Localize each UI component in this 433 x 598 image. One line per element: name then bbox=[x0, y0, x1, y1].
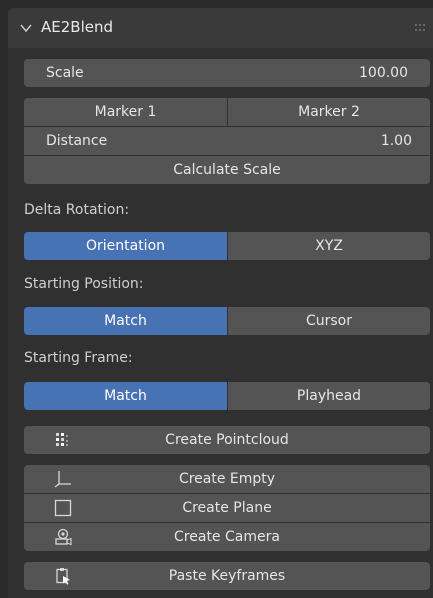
panel-header[interactable]: AE2Blend bbox=[8, 8, 433, 48]
create-empty-label: Create Empty bbox=[178, 471, 276, 487]
marker-1-label: Marker 1 bbox=[94, 104, 157, 120]
match-label: Match bbox=[104, 313, 147, 329]
match-label: Match bbox=[104, 388, 147, 404]
calculate-scale-button[interactable]: Calculate Scale bbox=[24, 156, 430, 184]
starting-frame-label: Starting Frame: bbox=[24, 350, 133, 366]
orientation-label: Orientation bbox=[85, 238, 166, 254]
delta-rotation-orientation-option[interactable]: Orientation bbox=[24, 232, 227, 260]
paste-keyframes-label: Paste Keyframes bbox=[168, 568, 286, 584]
delta-rotation-label: Delta Rotation: bbox=[24, 202, 130, 218]
starting-position-match-option[interactable]: Match bbox=[24, 307, 227, 335]
distance-value: 1.00 bbox=[380, 133, 412, 149]
create-pointcloud-label: Create Pointcloud bbox=[165, 432, 289, 448]
marker-2-button[interactable]: Marker 2 bbox=[228, 98, 430, 126]
starting-position-label: Starting Position: bbox=[24, 276, 144, 292]
cursor-label: Cursor bbox=[305, 313, 353, 329]
chevron-down-icon[interactable] bbox=[19, 21, 33, 35]
paste-keyframes-button[interactable]: Paste Keyframes bbox=[24, 562, 430, 590]
create-camera-label: Create Camera bbox=[174, 529, 280, 545]
delta-rotation-xyz-option[interactable]: XYZ bbox=[228, 232, 430, 260]
create-empty-button[interactable]: Create Empty bbox=[24, 465, 430, 493]
scale-field[interactable]: Scale 100.00 bbox=[24, 59, 430, 87]
marker-1-button[interactable]: Marker 1 bbox=[24, 98, 227, 126]
panel-title: AE2Blend bbox=[41, 18, 113, 36]
marker-2-label: Marker 2 bbox=[298, 104, 360, 120]
xyz-label: XYZ bbox=[315, 238, 343, 254]
create-plane-button[interactable]: Create Plane bbox=[24, 494, 430, 522]
calculate-scale-label: Calculate Scale bbox=[173, 162, 281, 178]
drag-grip-icon[interactable] bbox=[415, 24, 425, 32]
create-pointcloud-button[interactable]: Create Pointcloud bbox=[24, 426, 430, 454]
playhead-label: Playhead bbox=[296, 388, 362, 404]
starting-frame-playhead-option[interactable]: Playhead bbox=[228, 382, 430, 410]
scale-value: 100.00 bbox=[359, 65, 408, 81]
create-plane-label: Create Plane bbox=[182, 500, 272, 516]
create-camera-button[interactable]: Create Camera bbox=[24, 523, 430, 551]
scale-label: Scale bbox=[46, 65, 84, 81]
starting-frame-match-option[interactable]: Match bbox=[24, 382, 227, 410]
starting-position-cursor-option[interactable]: Cursor bbox=[228, 307, 430, 335]
distance-label: Distance bbox=[46, 133, 108, 149]
distance-field[interactable]: Distance 1.00 bbox=[24, 127, 430, 155]
